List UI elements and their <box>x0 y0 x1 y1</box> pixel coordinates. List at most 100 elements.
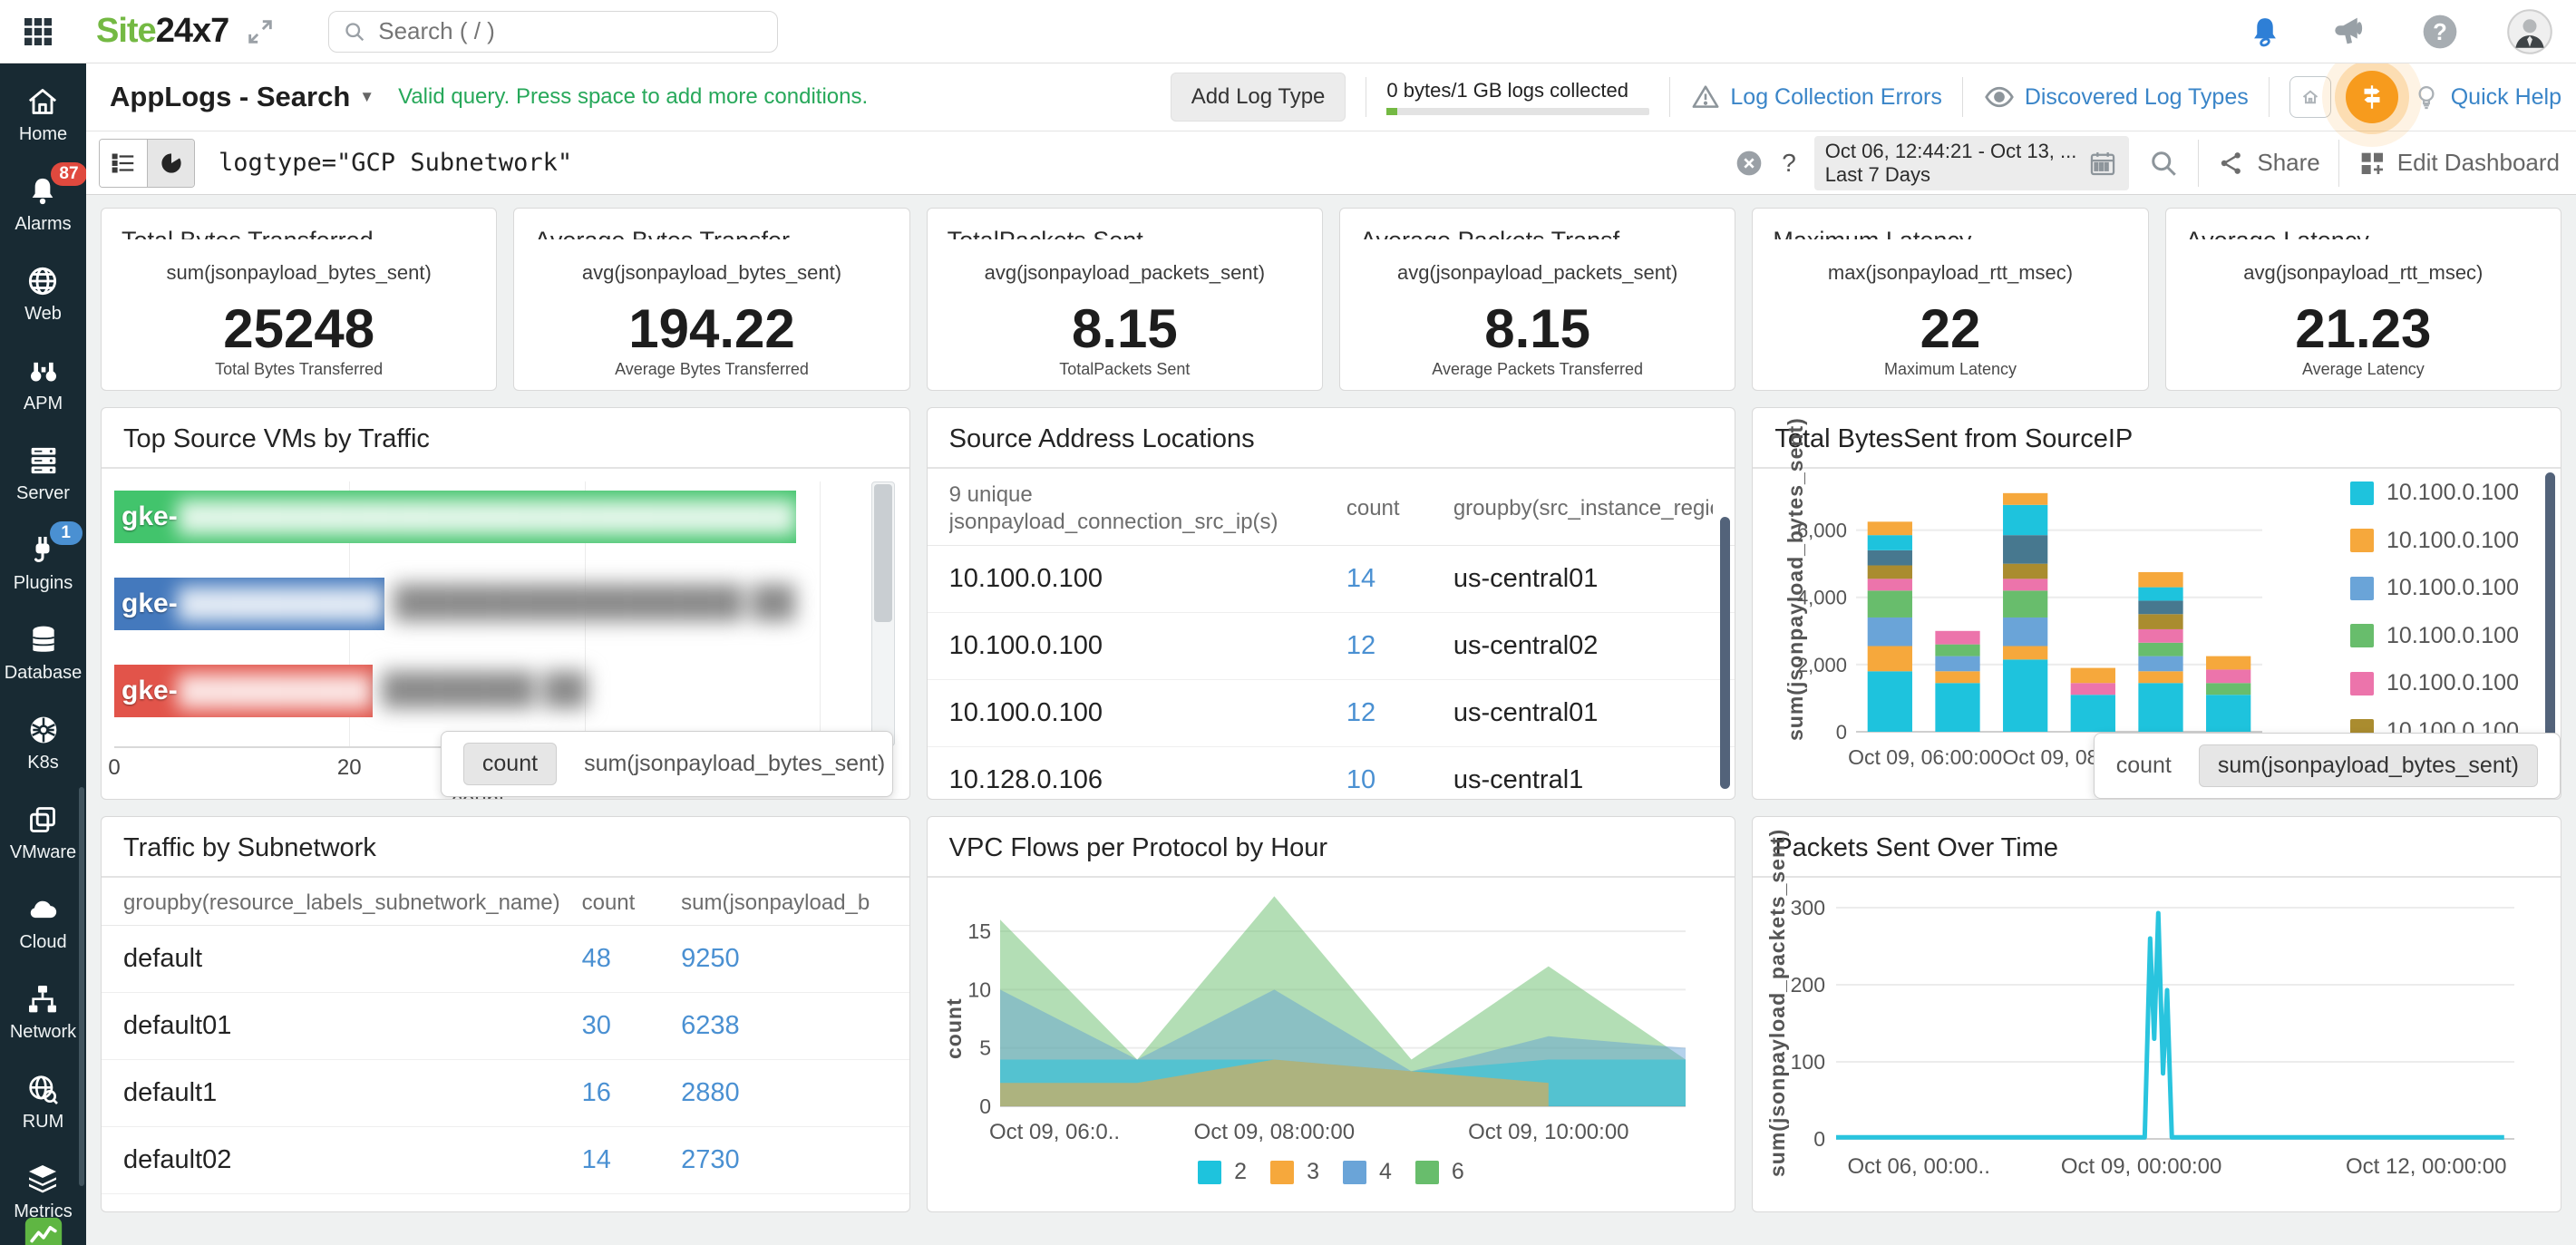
widget-traffic-by-subnetwork: Traffic by Subnetwork groupby(resource_l… <box>101 816 910 1212</box>
toggle-count[interactable]: count <box>462 743 558 785</box>
bar[interactable]: gke-██████████ <box>114 578 385 630</box>
legend-item[interactable]: 2 <box>1198 1159 1247 1185</box>
svg-text:Oct 09, 08:00:00: Oct 09, 08:00:00 <box>1193 1120 1354 1144</box>
table-cell-link[interactable]: 6238 <box>681 1011 888 1041</box>
widget-title: Source Address Locations <box>927 408 1735 469</box>
table-cell-link[interactable]: 14 <box>582 1145 682 1175</box>
share-button[interactable]: Share <box>2217 149 2320 178</box>
clear-query-icon[interactable] <box>1735 149 1764 178</box>
sidebar-item-cloud[interactable]: Cloud <box>19 891 67 953</box>
line-chart: 0 100 200 300 Oct 06, 00:00.. Oct 09, 00:00:0… <box>1791 896 2515 1179</box>
table-row: default02 14 2730 <box>102 1127 909 1194</box>
search-run-icon[interactable] <box>2147 147 2180 180</box>
legend-item[interactable]: 6 <box>1414 1159 1464 1185</box>
stat-card-avg-packets[interactable]: Average Packets Transf... avg(jsonpayloa… <box>1339 208 1736 391</box>
table-cell-link[interactable]: 48 <box>582 944 682 974</box>
table-cell-link[interactable]: 2730 <box>681 1145 888 1175</box>
bar-label-redacted: █████████████████████████████████ <box>177 499 796 534</box>
query-valid-message: Valid query. Press space to add more con… <box>398 84 869 109</box>
stat-card-total-packets[interactable]: TotalPackets Sent avg(jsonpayload_packet… <box>926 208 1323 391</box>
title-dropdown-caret[interactable]: ▼ <box>359 88 374 106</box>
table-cell-link[interactable]: 12 <box>1346 631 1453 661</box>
table-cell: default <box>123 944 203 973</box>
search-input[interactable] <box>376 16 740 46</box>
chart-view-button[interactable] <box>147 139 194 187</box>
toggle-sum[interactable]: sum(jsonpayload_bytes_sent) <box>584 751 885 777</box>
sidebar-scrollbar[interactable] <box>79 787 84 1186</box>
app-grid-icon[interactable] <box>20 14 56 50</box>
sidebar-item-rum[interactable]: RUM <box>23 1071 63 1133</box>
table-cell-link[interactable]: 16 <box>582 1078 682 1108</box>
stat-card-total-bytes[interactable]: Total Bytes Transferred sum(jsonpayload_… <box>101 208 498 391</box>
stat-value: 8.15 <box>1071 298 1178 359</box>
table-cell-link[interactable]: 9250 <box>681 944 888 974</box>
user-avatar[interactable] <box>2507 8 2552 54</box>
sidebar-item-network[interactable]: Network <box>10 981 76 1043</box>
table-cell-link[interactable]: 14 <box>1346 564 1453 594</box>
guided-tour-signpost-icon[interactable] <box>2345 71 2398 123</box>
svg-text:0: 0 <box>1814 1127 1826 1151</box>
sidebar-item-vmware[interactable]: VMware <box>10 802 76 863</box>
widget-packets-over-time: Packets Sent Over Time sum(jsonpayload_p… <box>1752 816 2561 1212</box>
legend-item[interactable]: 4 <box>1342 1159 1392 1185</box>
toggle-count[interactable]: count <box>2116 753 2172 779</box>
edit-dashboard-button[interactable]: Edit Dashboard <box>2357 149 2560 178</box>
sidebar-item-database[interactable]: Database <box>5 622 82 684</box>
help-question-icon[interactable]: ? <box>2420 12 2460 52</box>
global-search[interactable] <box>328 10 779 53</box>
expand-icon[interactable] <box>245 16 276 47</box>
legend-item[interactable]: 10.100.0.100 <box>2350 670 2519 696</box>
dashboard-home-button[interactable] <box>2289 76 2331 118</box>
table-body: 10.100.0.100 14 us-central01 10.100.0.100 12… <box>927 546 1735 799</box>
svg-text:Oct 06, 00:00..: Oct 06, 00:00.. <box>1848 1154 1990 1179</box>
sidebar-item-k8s[interactable]: K8s <box>25 712 62 773</box>
notifications-bell-icon[interactable] <box>2246 13 2284 51</box>
table-cell-link[interactable]: 12 <box>1346 698 1453 728</box>
table-cell: us-central1 <box>1453 765 1584 794</box>
sidebar-item-home[interactable]: Home <box>19 83 67 145</box>
page-title[interactable]: AppLogs - Search <box>110 81 350 113</box>
table-cell-link[interactable]: 10 <box>1346 765 1453 795</box>
announcements-megaphone-icon[interactable] <box>2331 11 2373 53</box>
legend-item[interactable]: 3 <box>1270 1159 1319 1185</box>
quick-help-bulb-icon[interactable] <box>2411 82 2442 112</box>
log-collection-errors-link[interactable]: Log Collection Errors <box>1690 82 1942 112</box>
site24x7-logo[interactable]: Site24x7 <box>96 12 229 51</box>
query-help[interactable]: ? <box>1782 149 1796 178</box>
sidebar-item-alarms[interactable]: 87 Alarms <box>15 162 86 235</box>
legend-item[interactable]: 10.100.0.100 <box>2350 623 2519 649</box>
stat-card-max-latency[interactable]: Maximum Latency max(jsonpayload_rtt_msec… <box>1752 208 2149 391</box>
stat-card-avg-latency[interactable]: Average Latency avg(jsonpayload_rtt_msec… <box>2164 208 2561 391</box>
widget-title: VPC Flows per Protocol by Hour <box>927 817 1735 878</box>
svg-text:Oct 09, 10:00:00: Oct 09, 10:00:00 <box>1468 1120 1628 1144</box>
hbar-scrollbar[interactable] <box>870 481 895 746</box>
legend-item[interactable]: 10.100.0.100 <box>2350 528 2519 554</box>
bar[interactable]: gke-█████████████████████████████████ <box>114 491 796 543</box>
table-cell: 10.100.0.100 <box>948 698 1103 727</box>
bar[interactable]: gke-██████████ <box>114 665 374 717</box>
quick-help-link[interactable]: Quick Help <box>2451 84 2561 111</box>
legend-item[interactable]: 10.100.0.100 <box>2350 480 2519 506</box>
sidebar-item-plugins[interactable]: 1 Plugins <box>14 521 83 594</box>
sidebar-item-web[interactable]: Web <box>24 263 62 325</box>
sidebar-item-server[interactable]: Server <box>16 443 70 504</box>
query-input[interactable]: logtype="GCP Subnetwork" <box>219 149 1735 177</box>
table-cell-link[interactable]: 30 <box>582 1011 682 1041</box>
stat-value: 21.23 <box>2295 298 2432 359</box>
stat-value: 22 <box>1920 298 1981 359</box>
discovered-log-types-link[interactable]: Discovered Log Types <box>1983 81 2249 113</box>
table-cell-link[interactable]: 2880 <box>681 1078 888 1108</box>
toggle-sum[interactable]: sum(jsonpayload_bytes_sent) <box>2198 744 2538 787</box>
add-log-type-button[interactable]: Add Log Type <box>1170 73 1346 122</box>
home-icon <box>29 89 57 114</box>
stat-cards-row: Total Bytes Transferred sum(jsonpayload_… <box>101 208 2561 391</box>
edit-dashboard-icon <box>2361 152 2383 174</box>
sidebar-item-apm[interactable]: APM <box>24 353 63 414</box>
table-scrollbar[interactable] <box>1720 517 1731 789</box>
stat-card-avg-bytes[interactable]: Average Bytes Transfer... avg(jsonpayloa… <box>513 208 910 391</box>
date-range-picker[interactable]: Oct 06, 12:44:21 - Oct 13, ... Last 7 Da… <box>1813 135 2130 190</box>
sidebar-item-metrics[interactable]: Metrics <box>14 1161 73 1222</box>
legend-item[interactable]: 10.100.0.100 <box>2350 575 2519 601</box>
applogs-green-icon[interactable] <box>24 1216 63 1245</box>
list-view-button[interactable] <box>100 139 147 187</box>
